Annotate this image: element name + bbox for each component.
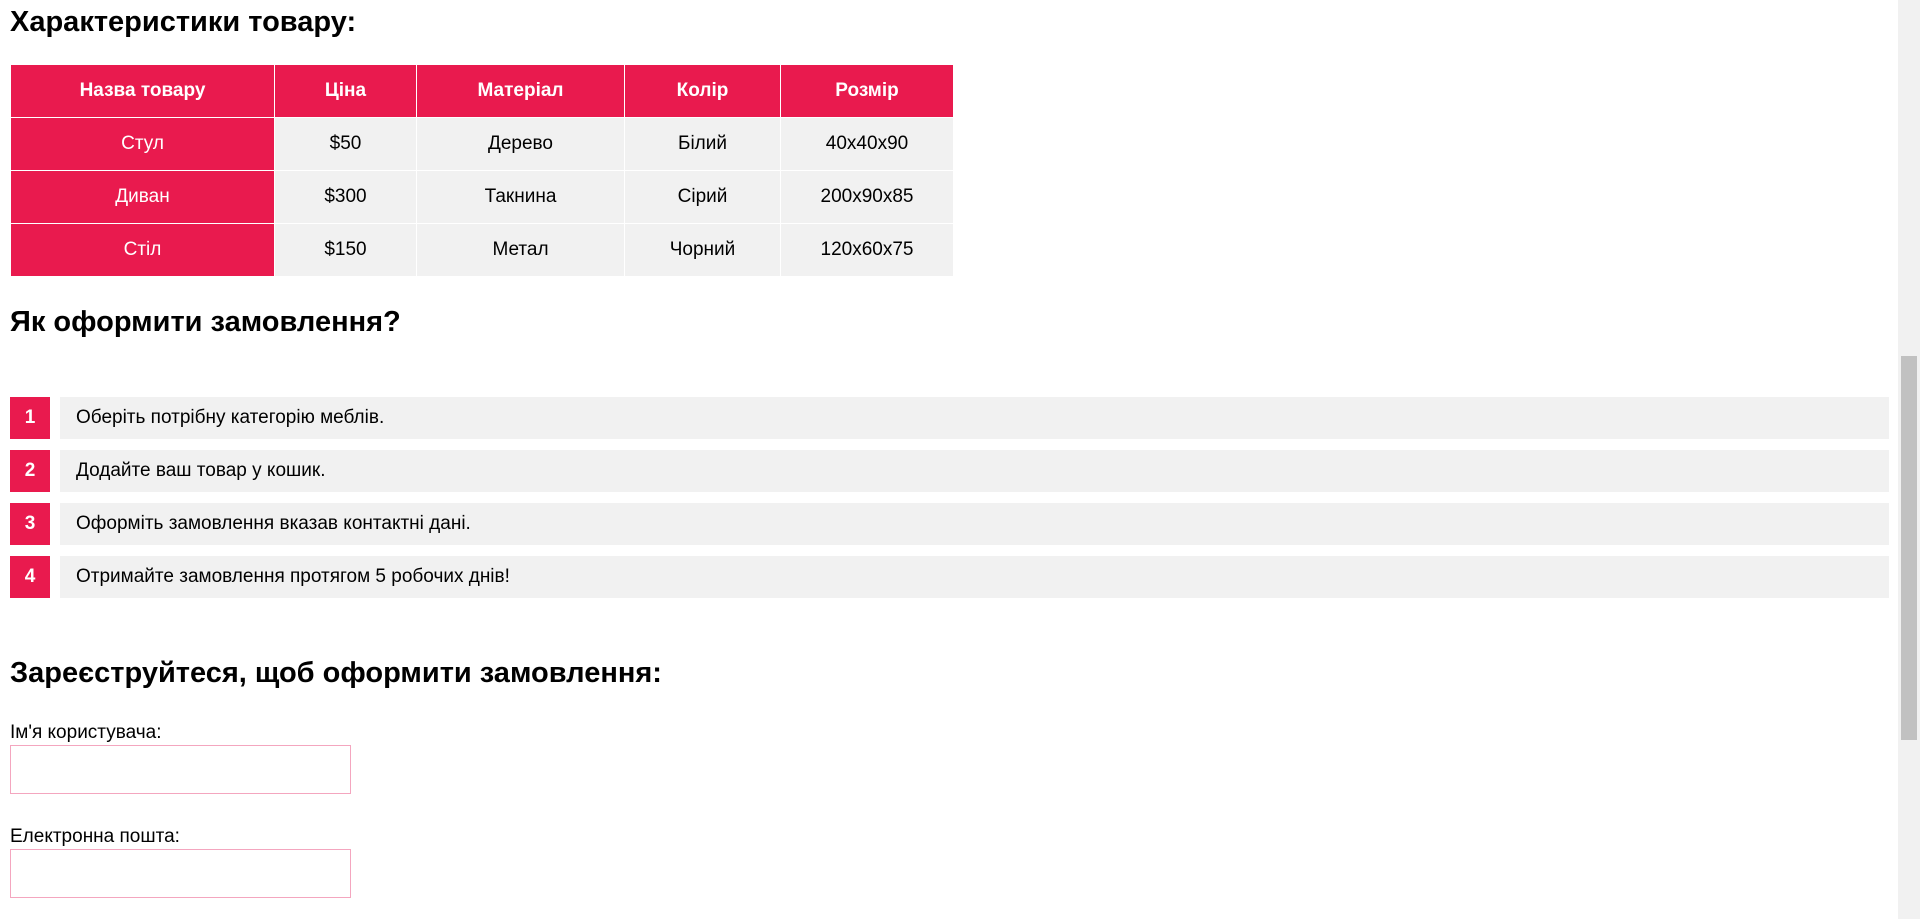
cell-product-name: Стул [10, 117, 275, 171]
step-text: Оберіть потрібну категорію меблів. [60, 397, 1889, 439]
cell-material: Дерево [416, 117, 625, 171]
specs-table: Назва товару Ціна Матеріал Колір Розмір … [10, 64, 954, 277]
specs-heading: Характеристики товару: [10, 6, 357, 38]
scrollbar-thumb[interactable] [1901, 356, 1917, 740]
column-header-size: Розмір [780, 64, 954, 118]
page: Характеристики товару: Назва товару Ціна… [0, 0, 1898, 919]
cell-price: $300 [274, 170, 417, 224]
cell-color: Сірий [624, 170, 781, 224]
email-field[interactable] [10, 849, 351, 898]
order-steps-list: 1 Оберіть потрібну категорію меблів. 2 Д… [10, 397, 1889, 609]
table-row: Стіл $150 Метал Чорний 120x60x75 [10, 223, 954, 277]
username-label: Ім'я користувача: [10, 722, 162, 743]
cell-price: $50 [274, 117, 417, 171]
order-heading: Як оформити замовлення? [10, 306, 401, 338]
cell-size: 120x60x75 [780, 223, 954, 277]
cell-product-name: Диван [10, 170, 275, 224]
step-text: Додайте ваш товар у кошик. [60, 450, 1889, 492]
step-text: Оформіть замовлення вказав контактні дан… [60, 503, 1889, 545]
step-number: 3 [10, 503, 50, 545]
table-row: Стул $50 Дерево Білий 40x40x90 [10, 117, 954, 171]
list-item: 3 Оформіть замовлення вказав контактні д… [10, 503, 1889, 545]
step-number: 1 [10, 397, 50, 439]
column-header-name: Назва товару [10, 64, 275, 118]
column-header-price: Ціна [274, 64, 417, 118]
cell-material: Такнина [416, 170, 625, 224]
cell-color: Чорний [624, 223, 781, 277]
column-header-material: Матеріал [416, 64, 625, 118]
cell-size: 40x40x90 [780, 117, 954, 171]
email-label: Електронна пошта: [10, 826, 180, 847]
cell-product-name: Стіл [10, 223, 275, 277]
cell-color: Білий [624, 117, 781, 171]
vertical-scrollbar[interactable] [1898, 0, 1920, 919]
username-field[interactable] [10, 745, 351, 794]
list-item: 1 Оберіть потрібну категорію меблів. [10, 397, 1889, 439]
cell-price: $150 [274, 223, 417, 277]
step-number: 4 [10, 556, 50, 598]
cell-size: 200x90x85 [780, 170, 954, 224]
list-item: 2 Додайте ваш товар у кошик. [10, 450, 1889, 492]
cell-material: Метал [416, 223, 625, 277]
step-text: Отримайте замовлення протягом 5 робочих … [60, 556, 1889, 598]
step-number: 2 [10, 450, 50, 492]
list-item: 4 Отримайте замовлення протягом 5 робочи… [10, 556, 1889, 598]
register-heading: Зареєструйтеся, щоб оформити замовлення: [10, 657, 662, 689]
table-header-row: Назва товару Ціна Матеріал Колір Розмір [10, 64, 954, 118]
column-header-color: Колір [624, 64, 781, 118]
table-row: Диван $300 Такнина Сірий 200x90x85 [10, 170, 954, 224]
